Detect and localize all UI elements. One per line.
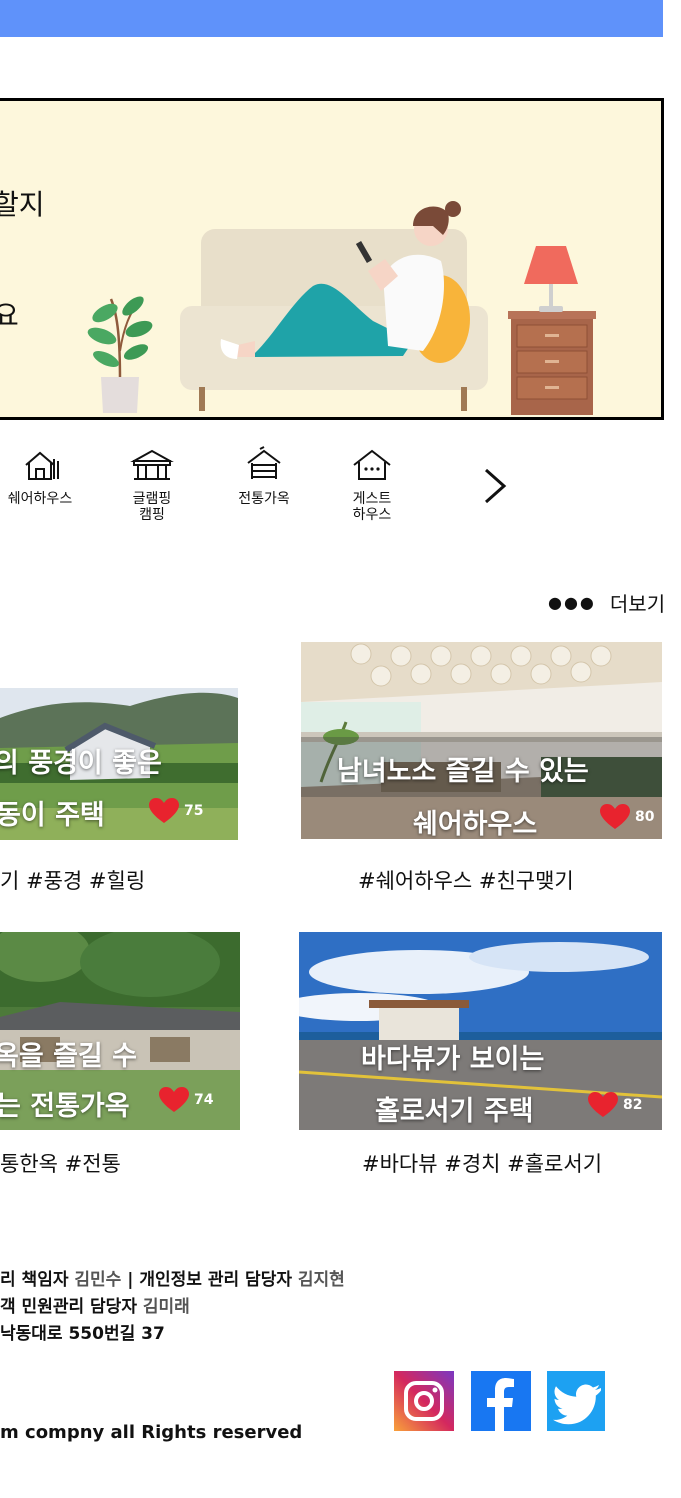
category-label: 전통가옥: [238, 491, 290, 507]
category-guest-house[interactable]: 게스트 하우스: [332, 445, 412, 523]
card-tags: #쉐어하우스 #친구맺기: [358, 869, 574, 893]
hero-banner: 할지 요: [0, 98, 664, 420]
card-likes: 75: [148, 798, 203, 824]
footer-managers-line: 리 책임자 김민수 | 개인정보 관리 담당자 김지현: [0, 1265, 345, 1290]
chevron-right-icon[interactable]: [480, 464, 510, 508]
footer-text: | 개인정보 관리 담당자: [121, 1270, 298, 1290]
glamping-icon: [130, 449, 174, 480]
card-tags: 통한옥 #전통: [0, 1152, 121, 1176]
more-dots-icon: ●●●: [548, 593, 596, 612]
footer-name: 김민수: [74, 1270, 122, 1290]
footer-text: 리 책임자: [0, 1270, 75, 1290]
heart-icon[interactable]: [599, 804, 631, 830]
share-house-icon: [25, 451, 59, 480]
card-title-line2: 는 전통가옥: [0, 1091, 130, 1122]
category-label: 쉐어하우스: [7, 491, 73, 507]
guest-house-icon: [353, 449, 391, 480]
listing-card-share-house[interactable]: 남녀노소 즐길 수 있는 쉐어하우스 80: [301, 642, 662, 839]
heart-icon[interactable]: [587, 1092, 619, 1118]
card-tags: 기 #풍경 #힐링: [0, 869, 146, 893]
twitter-icon[interactable]: [547, 1371, 607, 1431]
plant-illustration: [87, 296, 153, 413]
like-count: 75: [184, 803, 204, 819]
card-tags: #바다뷰 #경치 #홀로서기: [362, 1152, 603, 1176]
listing-card-countryside-house[interactable]: 의 풍경이 좋은 동이 주택 75: [0, 688, 238, 840]
like-count: 82: [623, 1097, 643, 1113]
category-label: 글램핑 캠핑: [132, 491, 172, 523]
card-likes: 82: [587, 1092, 642, 1118]
footer-copyright: m compny all Rights reserved: [0, 1422, 303, 1443]
instagram-icon[interactable]: [394, 1371, 454, 1431]
footer-text: 객 민원관리 담당자: [0, 1297, 143, 1317]
category-share-house[interactable]: 쉐어하우스: [0, 445, 80, 507]
listing-card-traditional-house[interactable]: 옥을 즐길 수 는 전통가옥 74: [0, 932, 240, 1130]
more-label: 더보기: [609, 592, 666, 616]
lamp-illustration: [524, 246, 578, 312]
card-title-line1: 옥을 즐길 수: [0, 1041, 137, 1072]
category-traditional-house[interactable]: 전통가옥: [224, 445, 304, 507]
card-likes: 74: [158, 1087, 213, 1113]
heart-icon[interactable]: [158, 1087, 190, 1113]
footer-name: 김미래: [142, 1297, 190, 1317]
card-title-line2: 동이 주택: [0, 800, 105, 831]
footer-name: 김지현: [297, 1270, 345, 1290]
footer-address: 낙동대로 550번길 37: [0, 1324, 165, 1344]
card-likes: 80: [599, 804, 654, 830]
heart-icon[interactable]: [148, 798, 180, 824]
like-count: 74: [194, 1092, 214, 1108]
card-title-line2: 쉐어하우스: [413, 809, 538, 839]
more-link[interactable]: ●●● 더보기: [548, 588, 665, 617]
card-title-line1: 의 풍경이 좋은: [0, 748, 162, 779]
banner-illustration: [87, 201, 596, 415]
card-title-line1: 남녀노소 즐길 수 있는: [337, 756, 589, 787]
listing-card-ocean-view-house[interactable]: 바다뷰가 보이는 홀로서기 주택 82: [299, 932, 662, 1130]
card-title-line1: 바다뷰가 보이는: [361, 1044, 545, 1075]
facebook-icon[interactable]: [471, 1371, 531, 1431]
category-label: 게스트 하우스: [352, 491, 392, 523]
footer-cs-line: 객 민원관리 담당자 김미래: [0, 1292, 190, 1317]
nightstand-illustration: [508, 311, 596, 415]
card-title-line2: 홀로서기 주택: [375, 1096, 534, 1127]
traditional-house-icon: [247, 446, 281, 479]
top-bar: [0, 0, 663, 37]
like-count: 80: [635, 809, 655, 825]
category-glamping[interactable]: 글램핑 캠핑: [112, 445, 192, 523]
